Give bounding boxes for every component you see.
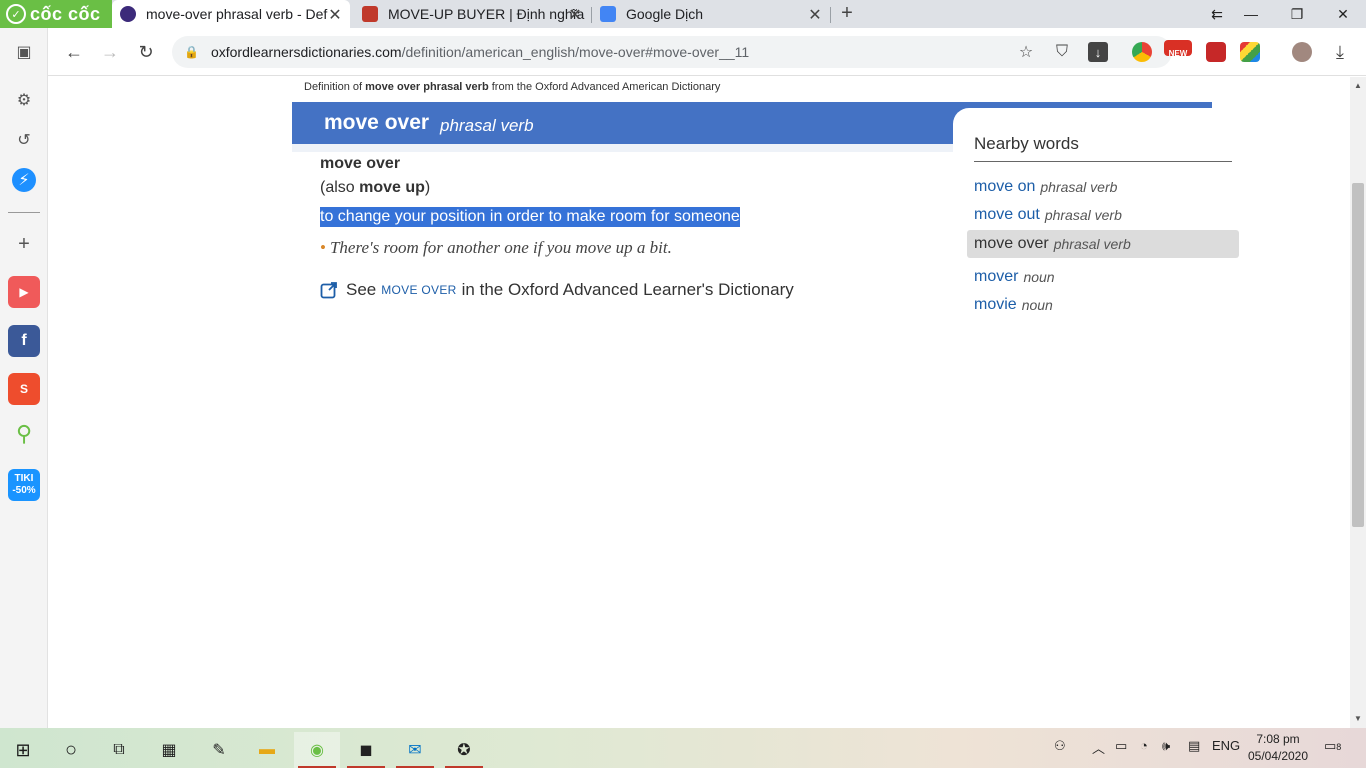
messenger-icon[interactable]: ⚡ xyxy=(12,168,36,192)
bullet-icon: • xyxy=(320,238,326,257)
nearby-item[interactable]: move on phrasal verb xyxy=(967,173,1239,201)
example-sentence: • There's room for another one if you mov… xyxy=(320,238,672,257)
lock-icon[interactable]: 🔒 xyxy=(184,45,199,59)
brand-name: cốc cốc xyxy=(30,3,101,24)
people-icon[interactable]: ⚇ xyxy=(1054,738,1066,754)
tab-cambridge[interactable]: MOVE-UP BUYER | Định nghĩa ✕ xyxy=(354,0,590,28)
external-link-icon xyxy=(320,282,337,299)
youtube-icon[interactable]: ▶ xyxy=(8,276,40,308)
page-content: Definition of move over phrasal verb fro… xyxy=(48,77,1350,728)
windows-taskbar: ⊞ ○ ⧉ ▦ ✎ ▬ ◉ ◼ ✉ ✪ ⚇ ︿ ▭ ◔ 🕪 ▤ ENG 7:08… xyxy=(0,728,1366,768)
tab-title: move-over phrasal verb - Def xyxy=(146,6,328,22)
notification-icon[interactable]: ▭8 xyxy=(1324,738,1341,754)
display-icon[interactable]: ▤ xyxy=(1188,738,1200,754)
clock-time: 7:08 pm xyxy=(1256,732,1300,746)
clock-date: 05/04/2020 xyxy=(1247,749,1309,763)
tab-title: MOVE-UP BUYER | Định nghĩa xyxy=(388,6,585,22)
file-explorer-icon[interactable]: ▬ xyxy=(244,732,290,768)
sidebar-divider xyxy=(8,212,40,213)
nearby-words-panel: Nearby words move on phrasal verb move ou… xyxy=(953,108,1253,348)
sense-headword: move over xyxy=(320,155,401,172)
close-icon[interactable]: ✕ xyxy=(566,5,584,25)
nearby-item[interactable]: move out phrasal verb xyxy=(967,201,1239,229)
part-of-speech: phrasal verb xyxy=(440,116,534,135)
sticky-notes-icon[interactable]: ◼ xyxy=(343,732,389,768)
outlook-icon[interactable]: ✉ xyxy=(392,732,438,768)
reload-button[interactable]: ↻ xyxy=(134,40,158,64)
bookmark-star-icon[interactable]: ☆ xyxy=(1016,42,1036,62)
add-app-icon[interactable]: + xyxy=(12,232,36,256)
language-indicator[interactable]: ENG xyxy=(1212,738,1240,753)
nearby-item-current[interactable]: move over phrasal verb xyxy=(967,230,1239,258)
scroll-down-icon[interactable]: ▼ xyxy=(1350,712,1366,726)
browser-toolbar: ← → ↻ 🔒 oxfordlearnersdictionaries.com/d… xyxy=(48,28,1366,76)
cortana-search-icon[interactable]: ○ xyxy=(48,732,94,768)
close-icon[interactable]: ✕ xyxy=(326,5,344,25)
tab-strip: ✓ cốc cốc move-over phrasal verb - Def ✕… xyxy=(0,0,1366,28)
scroll-up-icon[interactable]: ▲ xyxy=(1350,79,1366,93)
headword: move over xyxy=(324,111,430,134)
url-text[interactable]: oxfordlearnersdictionaries.com/definitio… xyxy=(211,44,749,60)
tiki-icon[interactable]: TIKI -50% xyxy=(8,469,40,501)
minimize-button[interactable]: — xyxy=(1228,0,1274,28)
back-button[interactable]: ← xyxy=(62,40,86,64)
sidebar-toggle-icon[interactable]: ▣ xyxy=(12,40,36,64)
volume-icon[interactable]: 🕪 xyxy=(1162,738,1170,754)
gear-icon[interactable]: ⚙ xyxy=(12,88,36,112)
windows-start-icon[interactable]: ⊞ xyxy=(0,732,46,768)
tab-oxford[interactable]: move-over phrasal verb - Def ✕ xyxy=(112,0,350,28)
shopee-icon[interactable]: S xyxy=(8,373,40,405)
download-page-icon[interactable]: ↓ xyxy=(1088,42,1108,62)
coccoc-search-icon[interactable]: ⚲ xyxy=(12,421,36,446)
facebook-icon[interactable]: f xyxy=(8,325,40,357)
task-view-icon[interactable]: ⧉ xyxy=(96,732,142,768)
nearby-divider xyxy=(974,161,1232,162)
nearby-item[interactable]: mover noun xyxy=(967,263,1239,291)
page-scrollbar[interactable]: ▲ ▼ xyxy=(1350,77,1366,728)
definition-text: to change your position in order to make… xyxy=(320,207,740,227)
close-window-button[interactable]: ✕ xyxy=(1320,0,1366,28)
variant-form: (also move up) xyxy=(320,179,431,196)
coccoc-taskbar-icon[interactable]: ◉ xyxy=(294,732,340,768)
google-translate-favicon-icon xyxy=(600,6,616,22)
profile-avatar[interactable] xyxy=(1292,42,1312,62)
see-oald-link[interactable]: See move over in the Oxford Advanced Lea… xyxy=(320,280,794,300)
app-calculator-icon[interactable]: ▦ xyxy=(146,732,192,768)
chevron-up-icon[interactable]: ︿ xyxy=(1092,738,1105,757)
close-icon[interactable]: ✕ xyxy=(806,5,824,25)
clock[interactable]: 7:08 pm 05/04/2020 xyxy=(1244,731,1312,765)
browser-sidebar: ▣ ⚙ ↺ ⚡ + ▶ f S ⚲ TIKI -50% xyxy=(0,28,48,728)
extension-new-icon[interactable]: NEW xyxy=(1164,40,1192,58)
coccoc-icon: ✓ xyxy=(6,4,26,24)
entry-underline xyxy=(292,144,954,152)
app-paint-icon[interactable]: ✎ xyxy=(196,732,242,768)
nearby-words-title: Nearby words xyxy=(974,134,1079,153)
tab-title: Google Dịch xyxy=(626,6,704,22)
history-icon[interactable]: ↺ xyxy=(12,128,36,152)
see-link-word[interactable]: move over xyxy=(381,283,456,297)
forward-button[interactable]: → xyxy=(98,40,122,64)
app-settings-icon[interactable]: ✪ xyxy=(441,732,487,768)
downloads-icon[interactable]: ⤓ xyxy=(1328,40,1352,64)
battery-icon[interactable]: ▭ xyxy=(1115,738,1127,754)
address-bar[interactable]: 🔒 oxfordlearnersdictionaries.com/definit… xyxy=(172,36,1172,68)
wifi-icon[interactable]: ◔ xyxy=(1140,738,1148,753)
extension-red-icon[interactable] xyxy=(1206,42,1226,62)
shield-icon[interactable]: ⛉ xyxy=(1052,42,1072,62)
new-tab-button[interactable]: + xyxy=(836,2,858,24)
restore-button[interactable]: ❐ xyxy=(1274,0,1320,28)
cambridge-favicon-icon xyxy=(362,6,378,22)
tab-google-translate[interactable]: Google Dịch ✕ xyxy=(592,0,830,28)
extension-chrome-icon[interactable] xyxy=(1132,42,1152,62)
nearby-item[interactable]: movie noun xyxy=(967,291,1239,319)
coccoc-logo[interactable]: ✓ cốc cốc xyxy=(0,0,112,28)
definition-source: Definition of move over phrasal verb fro… xyxy=(304,81,721,93)
oxford-favicon-icon xyxy=(120,6,136,22)
extension-colorful-icon[interactable] xyxy=(1240,42,1260,62)
scroll-thumb[interactable] xyxy=(1352,183,1364,527)
tab-separator xyxy=(830,7,831,23)
